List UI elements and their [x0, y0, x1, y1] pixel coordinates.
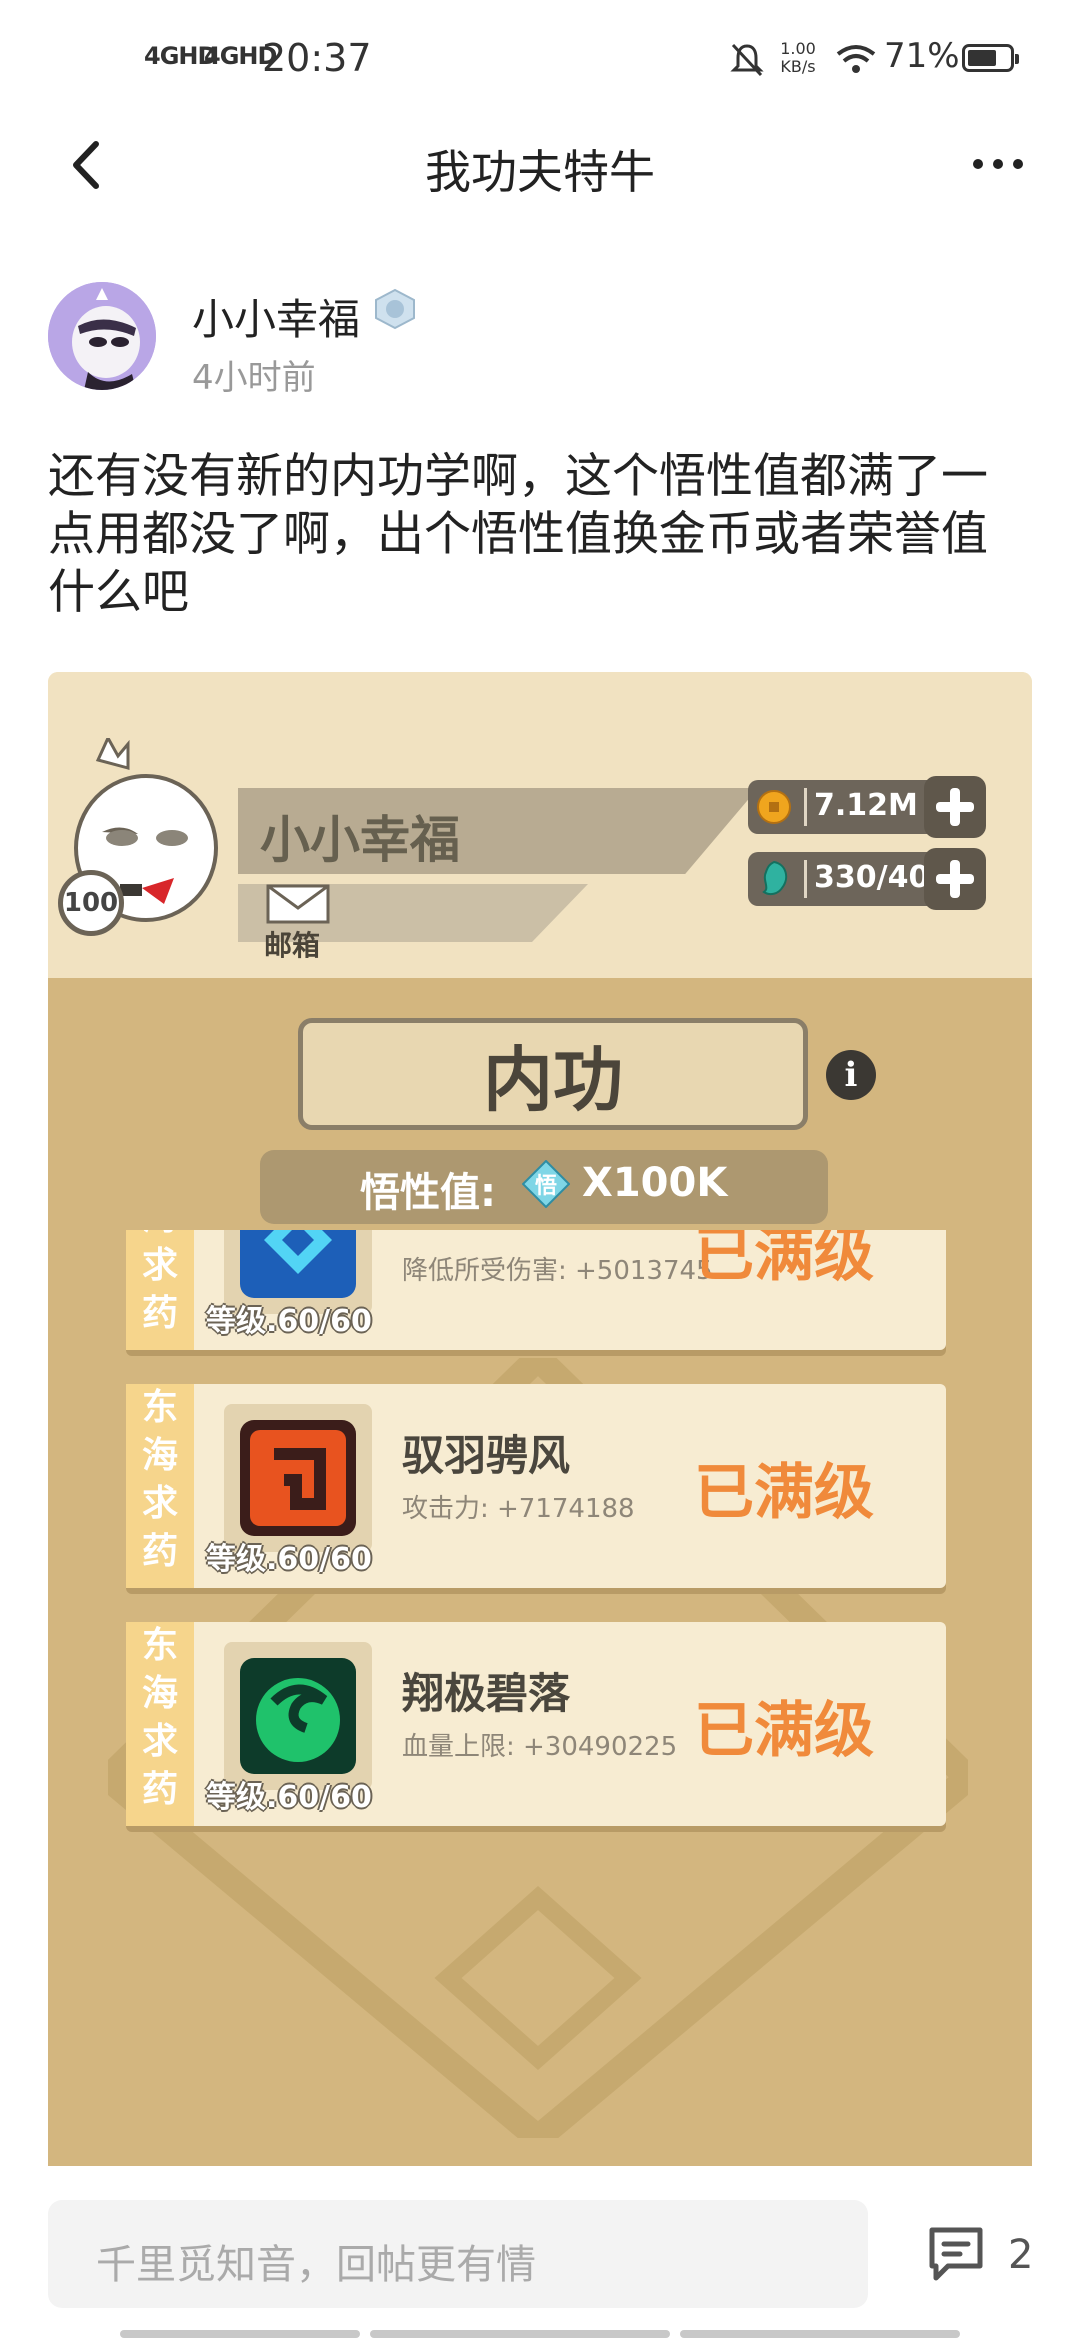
skill-desc: 血量上限: +30490225	[402, 1732, 678, 1762]
skill-status: 已满级	[694, 1230, 874, 1290]
info-icon[interactable]: i	[826, 1050, 876, 1100]
comment-count[interactable]: 2	[1008, 2232, 1033, 2278]
network-speed-value: 1.00	[780, 39, 816, 58]
skill-desc: 攻击力: +7174188	[402, 1494, 635, 1524]
gems-counter: 330/40	[748, 848, 986, 910]
insight-icon-char: 悟	[534, 1174, 557, 1199]
skill-level: 等级.60/60	[206, 1304, 372, 1339]
skill-desc: 降低所受伤害: +5013745	[402, 1256, 713, 1286]
reply-placeholder[interactable]: 千里觅知音，回帖更有情	[96, 2232, 536, 2290]
coins-value: 7.12M	[814, 788, 918, 823]
add-gems-button[interactable]	[924, 848, 986, 910]
battery-level	[968, 50, 997, 66]
mail-label[interactable]: 邮箱	[264, 924, 320, 964]
skill-tag: 东海求药	[126, 1384, 194, 1588]
jade-icon	[762, 860, 788, 896]
skill-tag: 东海求药	[126, 1622, 194, 1826]
post-body: 还有没有新的内功学啊，这个悟性值都满了一点用都没了啊，出个悟性值换金币或者荣誉值…	[48, 449, 988, 620]
skill-card[interactable]: 东海求药 等级.60/60 驭羽骋风 攻击力: +7174188 已满级	[126, 1384, 946, 1588]
clock: 20:37	[262, 36, 372, 80]
wifi-icon	[836, 45, 876, 73]
skill-list[interactable]: 东海求药 等级.60/60 降低所受伤害: +5013745 已满级 东海求药	[48, 1230, 1032, 2180]
user-badge-icon	[375, 288, 415, 330]
insight-icon: 悟	[521, 1159, 571, 1209]
coin-icon	[757, 790, 791, 824]
section-title: 内功	[483, 1039, 623, 1121]
gems-value: 330/40	[814, 860, 930, 895]
skill-card[interactable]: 东海求药 等级.60/60 降低所受伤害: +5013745 已满级	[126, 1230, 946, 1350]
add-coins-button[interactable]	[924, 776, 986, 838]
mute-bell-icon	[730, 43, 764, 77]
post-image[interactable]: 100 小小幸福 邮箱 7.12M 330/40 内功 i 悟性值: 悟 X10…	[48, 672, 1032, 2180]
more-icon	[973, 159, 1023, 169]
avatar[interactable]	[48, 282, 156, 390]
skill-status: 已满级	[694, 1696, 874, 1766]
skill-name: 翔极碧落	[402, 1669, 571, 1718]
comment-icon[interactable]	[924, 2222, 988, 2286]
page-title: 我功夫特牛	[425, 145, 655, 199]
skill-status: 已满级	[694, 1458, 874, 1528]
skill-level: 等级.60/60	[206, 1542, 372, 1577]
wind-skill-icon	[240, 1420, 356, 1536]
post-time: 4小时前	[192, 358, 316, 398]
player-level-badge: 100	[58, 870, 124, 936]
skill-level: 等级.60/60	[206, 1780, 372, 1815]
battery-percent: 71%	[884, 36, 960, 76]
avatar-image	[48, 282, 156, 390]
coins-counter: 7.12M	[748, 776, 986, 838]
status-bar: 4GHD 4GHD 20:37 1.00 KB/s 71%	[0, 0, 1080, 120]
insight-label: 悟性值:	[360, 1170, 496, 1216]
author-name[interactable]: 小小幸福	[192, 286, 360, 347]
mail-icon[interactable]	[266, 884, 330, 924]
skill-tag: 东海求药	[126, 1230, 194, 1350]
gesture-bar	[120, 2330, 960, 2338]
more-button[interactable]	[968, 146, 1028, 182]
skill-card[interactable]: 东海求药 等级.60/60 翔极碧落 血量上限: +30490225 已满级	[126, 1622, 946, 1826]
skill-icon	[224, 1642, 372, 1790]
skill-icon	[224, 1404, 372, 1552]
jade-skill-icon	[240, 1658, 356, 1774]
player-name: 小小幸福	[260, 811, 460, 869]
insight-value: X100K	[582, 1160, 728, 1206]
battery-icon	[962, 44, 1019, 72]
skill-name: 驭羽骋风	[402, 1431, 571, 1480]
network-speed-unit: KB/s	[780, 57, 816, 76]
network-speed: 1.00 KB/s	[776, 40, 820, 76]
